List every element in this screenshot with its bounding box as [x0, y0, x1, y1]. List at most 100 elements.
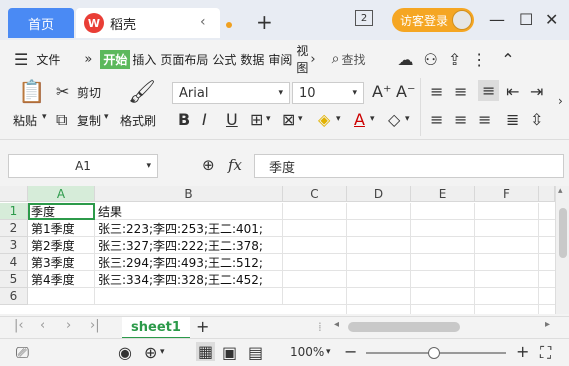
paste-dropdown-icon[interactable]: ▾: [42, 112, 47, 122]
menu-data[interactable]: 数据: [238, 51, 266, 68]
chevron-right-icon[interactable]: ›: [310, 52, 315, 67]
more-icon[interactable]: ⋮: [471, 50, 487, 69]
italic-icon[interactable]: I: [202, 110, 207, 129]
ribbon-scroll-right-icon[interactable]: ›: [558, 94, 563, 108]
increase-indent-icon[interactable]: ⇥: [530, 82, 543, 101]
column-header-d[interactable]: D: [347, 186, 411, 202]
cut-label[interactable]: 剪切: [77, 84, 101, 101]
chevron-left-icon[interactable]: ‹: [200, 14, 206, 30]
align-top-icon[interactable]: ≡: [430, 82, 443, 101]
tab-home[interactable]: 首页: [8, 8, 74, 38]
normal-view-icon[interactable]: ▦: [196, 342, 216, 361]
cell-a6[interactable]: [28, 288, 95, 305]
align-middle-icon[interactable]: ≡: [454, 82, 467, 101]
menu-page-layout[interactable]: 页面布局: [158, 51, 210, 68]
share-user-icon[interactable]: ⚇: [423, 50, 437, 69]
cell-a5[interactable]: 第4季度: [28, 271, 95, 288]
share-icon[interactable]: ⇪: [448, 50, 461, 69]
cell-b2[interactable]: 张三:223;李四:253;王二:401;: [95, 220, 283, 237]
vertical-scroll-thumb[interactable]: [559, 208, 567, 258]
align-right-icon[interactable]: ≡: [478, 110, 491, 129]
search-label[interactable]: 查找: [339, 51, 367, 68]
copy-label[interactable]: 复制: [77, 112, 101, 129]
add-sheet-icon[interactable]: +: [196, 317, 209, 336]
freeze-panes-icon[interactable]: ⊕: [144, 343, 157, 362]
scroll-left-icon[interactable]: ◂: [334, 319, 339, 330]
paste-label[interactable]: 粘贴: [13, 112, 37, 129]
split-handle-icon[interactable]: ⁞: [318, 320, 322, 334]
row-header-3[interactable]: 3: [0, 237, 28, 254]
font-color-dropdown-icon[interactable]: ▾: [370, 114, 375, 124]
sheet-tab-sheet1[interactable]: sheet1: [122, 317, 190, 339]
cell-a2[interactable]: 第1季度: [28, 220, 95, 237]
page-break-view-icon[interactable]: ▤: [248, 343, 263, 362]
freeze-dropdown-icon[interactable]: ▾: [160, 347, 165, 357]
bold-icon[interactable]: B: [178, 110, 190, 129]
fullscreen-icon[interactable]: ⛶: [540, 343, 551, 363]
new-tab-plus-icon[interactable]: +: [256, 10, 273, 34]
clear-format-icon[interactable]: ◇: [388, 110, 400, 129]
paste-icon[interactable]: 📋: [18, 80, 45, 105]
vertical-scrollbar[interactable]: ▴: [555, 186, 569, 314]
menu-view[interactable]: 视图: [294, 42, 310, 76]
prev-sheet-icon[interactable]: ‹: [40, 318, 45, 333]
row-header-1[interactable]: 1: [0, 203, 28, 220]
font-size-select[interactable]: 10 ▾: [292, 82, 364, 104]
close-icon[interactable]: ✕: [545, 10, 558, 29]
increase-font-icon[interactable]: A⁺: [372, 82, 391, 101]
window-count-badge[interactable]: 2: [355, 10, 373, 26]
page-layout-view-icon[interactable]: ▣: [222, 343, 237, 362]
column-header-c[interactable]: C: [283, 186, 347, 202]
copy-icon[interactable]: ⧉: [56, 110, 67, 130]
borders-dropdown-icon[interactable]: ▾: [266, 114, 271, 124]
fill-color-icon[interactable]: ◈: [318, 110, 330, 129]
cell-b4[interactable]: 张三:294;李四:493;王二:512;: [95, 254, 283, 271]
column-header-b[interactable]: B: [95, 186, 283, 202]
fill-dropdown-icon[interactable]: ▾: [336, 114, 341, 124]
zoom-in-icon[interactable]: +: [516, 342, 529, 361]
menu-insert[interactable]: 插入: [130, 51, 158, 68]
row-header-6[interactable]: 6: [0, 288, 28, 305]
next-sheet-icon[interactable]: ›: [66, 318, 71, 333]
merge-dropdown-icon[interactable]: ▾: [298, 114, 303, 124]
scroll-up-icon[interactable]: ▴: [558, 186, 563, 196]
first-sheet-icon[interactable]: |‹: [14, 318, 24, 333]
decrease-indent-icon[interactable]: ⇤: [506, 82, 519, 101]
row-header-2[interactable]: 2: [0, 220, 28, 237]
align-left-icon[interactable]: ≡: [430, 110, 443, 129]
justify-icon[interactable]: ≣: [506, 110, 519, 129]
column-header-g[interactable]: [539, 186, 555, 202]
cell-a3[interactable]: 第2季度: [28, 237, 95, 254]
maximize-icon[interactable]: ☐: [519, 10, 533, 29]
menu-review[interactable]: 审阅: [266, 51, 294, 68]
row-header-5[interactable]: 5: [0, 271, 28, 288]
cell-a1[interactable]: 季度: [28, 203, 95, 220]
copy-dropdown-icon[interactable]: ▾: [104, 112, 109, 122]
select-all-corner[interactable]: [0, 186, 28, 202]
zoom-search-icon[interactable]: ⊕: [202, 156, 215, 174]
row-header-4[interactable]: 4: [0, 254, 28, 271]
column-header-a[interactable]: A: [28, 186, 95, 202]
column-header-e[interactable]: E: [411, 186, 475, 202]
fx-icon[interactable]: fx: [228, 156, 242, 174]
format-painter-icon[interactable]: 🖌: [128, 80, 156, 105]
formula-input[interactable]: 季度: [254, 154, 564, 178]
zoom-slider-handle[interactable]: [428, 347, 440, 359]
screen-record-icon[interactable]: ⎚: [16, 343, 29, 363]
underline-icon[interactable]: U: [226, 110, 238, 129]
menu-file[interactable]: 文件: [34, 51, 62, 68]
align-center-icon[interactable]: ≡: [454, 110, 467, 129]
hamburger-icon[interactable]: ☰: [14, 50, 28, 69]
name-box[interactable]: A1 ▾: [8, 154, 158, 178]
clear-dropdown-icon[interactable]: ▾: [405, 114, 410, 124]
cell-b6[interactable]: [95, 288, 283, 305]
zoom-level[interactable]: 100%: [290, 345, 324, 359]
format-painter-label[interactable]: 格式刷: [120, 112, 156, 129]
distributed-icon[interactable]: ⇳: [530, 110, 543, 129]
zoom-dropdown-icon[interactable]: ▾: [326, 347, 331, 357]
cell-b5[interactable]: 张三:334;李四:328;王二:452;: [95, 271, 283, 288]
font-color-icon[interactable]: A: [354, 110, 365, 129]
last-sheet-icon[interactable]: ›|: [90, 318, 100, 333]
decrease-font-icon[interactable]: A⁻: [396, 82, 415, 101]
scroll-right-icon[interactable]: ▸: [545, 319, 550, 330]
